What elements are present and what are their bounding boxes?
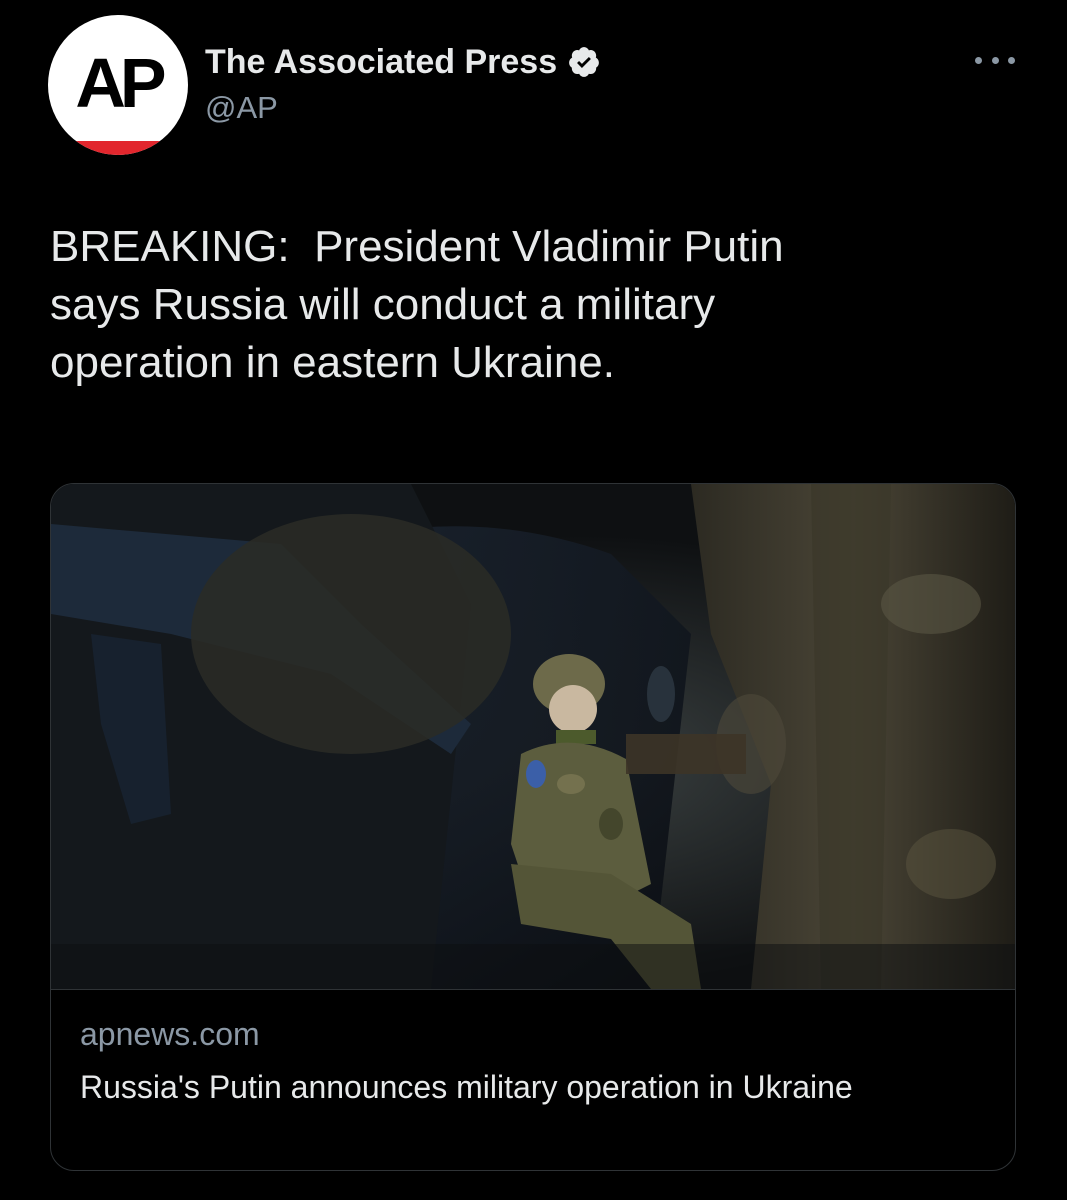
verified-badge-icon — [569, 47, 599, 77]
dot — [975, 56, 982, 64]
tweet-text: BREAKING: President Vladimir Putin says … — [50, 222, 784, 387]
dot — [991, 56, 999, 64]
dot — [1008, 56, 1015, 64]
display-name[interactable]: The Associated Press — [205, 43, 557, 82]
handle[interactable]: @AP — [205, 90, 278, 126]
more-options-icon[interactable] — [975, 45, 1015, 75]
name-row: The Associated Press — [205, 40, 601, 84]
card-image[interactable] — [51, 484, 1016, 989]
avatar[interactable]: AP — [48, 15, 188, 155]
tweet: AP The Associated Press @AP BREAKING: Pr… — [0, 0, 1067, 1200]
card-divider — [51, 989, 1015, 990]
link-card[interactable]: apnews.com Russia's Putin announces mili… — [50, 483, 1016, 1171]
ap-logo-red-band — [48, 141, 188, 155]
card-domain: apnews.com — [80, 1016, 260, 1052]
card-title[interactable]: Russia's Putin announces military operat… — [80, 1064, 980, 1110]
ap-logo-text: AP — [75, 44, 166, 122]
